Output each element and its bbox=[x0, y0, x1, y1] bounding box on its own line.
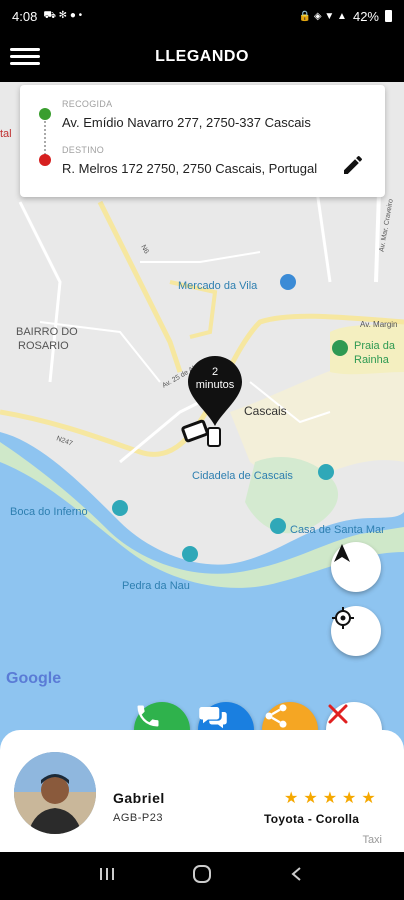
pickup-address: Av. Emídio Navarro 277, 2750-337 Cascais bbox=[62, 115, 311, 130]
driver-panel: Gabriel AGB-P23 ★ ★ ★ ★ ★ Toyota - Corol… bbox=[0, 730, 404, 852]
back-icon[interactable] bbox=[288, 865, 306, 888]
landmark-pin-icon bbox=[112, 500, 128, 516]
map-label-edge: tal bbox=[0, 128, 12, 140]
museum-pin-icon bbox=[318, 464, 334, 480]
map-label-av-margin: Av. Margin bbox=[360, 320, 398, 329]
destination-row[interactable]: DESTINO R. Melros 172 2750, 2750 Cascais… bbox=[34, 145, 371, 191]
notification-icons: ⛟ ✻ ● • bbox=[43, 9, 83, 21]
app-bar: LLEGANDO bbox=[0, 32, 404, 82]
driver-rating: ★ ★ ★ ★ ★ bbox=[284, 788, 376, 808]
driver-plate: AGB-P23 bbox=[113, 812, 163, 824]
eta-text: 2 minutos bbox=[186, 366, 244, 392]
eta-unit: minutos bbox=[195, 379, 235, 391]
home-icon[interactable] bbox=[191, 863, 213, 890]
route-card: RECOGIDA Av. Emídio Navarro 277, 2750-33… bbox=[20, 85, 385, 197]
pickup-label: RECOGIDA bbox=[62, 99, 113, 109]
status-right: 🔒 ◈ ▼ ▲ 42% bbox=[299, 9, 392, 24]
map-label-bairro: BAIRRO DO bbox=[16, 326, 78, 338]
shopping-pin-icon bbox=[280, 274, 296, 290]
battery-icon bbox=[385, 10, 392, 22]
status-bar: 4:08 ⛟ ✻ ● • 🔒 ◈ ▼ ▲ 42% bbox=[0, 0, 404, 32]
status-left: 4:08 ⛟ ✻ ● • bbox=[12, 9, 82, 24]
map-label-mercado: Mercado da Vila bbox=[178, 280, 258, 292]
google-logo: Google bbox=[6, 670, 62, 687]
eta-value: 2 bbox=[211, 366, 219, 378]
museum-pin-icon-2 bbox=[270, 518, 286, 534]
map-label-cascais: Cascais bbox=[244, 404, 287, 418]
pickup-row[interactable]: RECOGIDA Av. Emídio Navarro 277, 2750-33… bbox=[34, 99, 371, 155]
page-title: LLEGANDO bbox=[155, 48, 249, 65]
star-icon: ★ bbox=[361, 790, 376, 807]
destination-address: R. Melros 172 2750, 2750 Cascais, Portug… bbox=[62, 161, 318, 176]
landmark-pin-icon-2 bbox=[182, 546, 198, 562]
my-location-button[interactable] bbox=[331, 606, 381, 656]
map-label-boca: Boca do Inferno bbox=[10, 506, 88, 518]
star-icon: ★ bbox=[284, 790, 299, 807]
recent-apps-icon[interactable] bbox=[98, 865, 116, 888]
navigate-button[interactable] bbox=[331, 542, 381, 592]
driver-avatar bbox=[14, 752, 96, 834]
star-icon: ★ bbox=[342, 790, 357, 807]
edit-pencil-icon[interactable] bbox=[341, 153, 365, 177]
star-icon: ★ bbox=[322, 790, 338, 807]
status-time: 4:08 bbox=[12, 8, 38, 24]
destination-label: DESTINO bbox=[62, 145, 105, 155]
beach-pin-icon bbox=[332, 340, 348, 356]
map-label-cidadela: Cidadela de Cascais bbox=[192, 470, 293, 482]
vehicle-type: Taxi bbox=[362, 834, 382, 846]
map-label-casa: Casa de Santa Mar bbox=[290, 524, 385, 536]
map-label-praia: Praia da bbox=[354, 340, 395, 352]
driver-name: Gabriel bbox=[113, 790, 165, 806]
system-icons: 🔒 ◈ ▼ ▲ bbox=[298, 10, 347, 22]
destination-dot-icon bbox=[39, 154, 51, 166]
map-label-rainha: Rainha bbox=[354, 354, 389, 366]
menu-icon[interactable] bbox=[10, 44, 40, 68]
map-label-rosario: ROSARIO bbox=[18, 340, 69, 352]
battery-level: 42% bbox=[352, 8, 379, 24]
pickup-dot-icon bbox=[39, 108, 51, 120]
vehicle-model: Toyota - Corolla bbox=[264, 812, 360, 826]
map-label-pedra: Pedra da Nau bbox=[122, 580, 190, 592]
system-nav-bar bbox=[0, 852, 404, 900]
star-icon: ★ bbox=[303, 790, 318, 807]
